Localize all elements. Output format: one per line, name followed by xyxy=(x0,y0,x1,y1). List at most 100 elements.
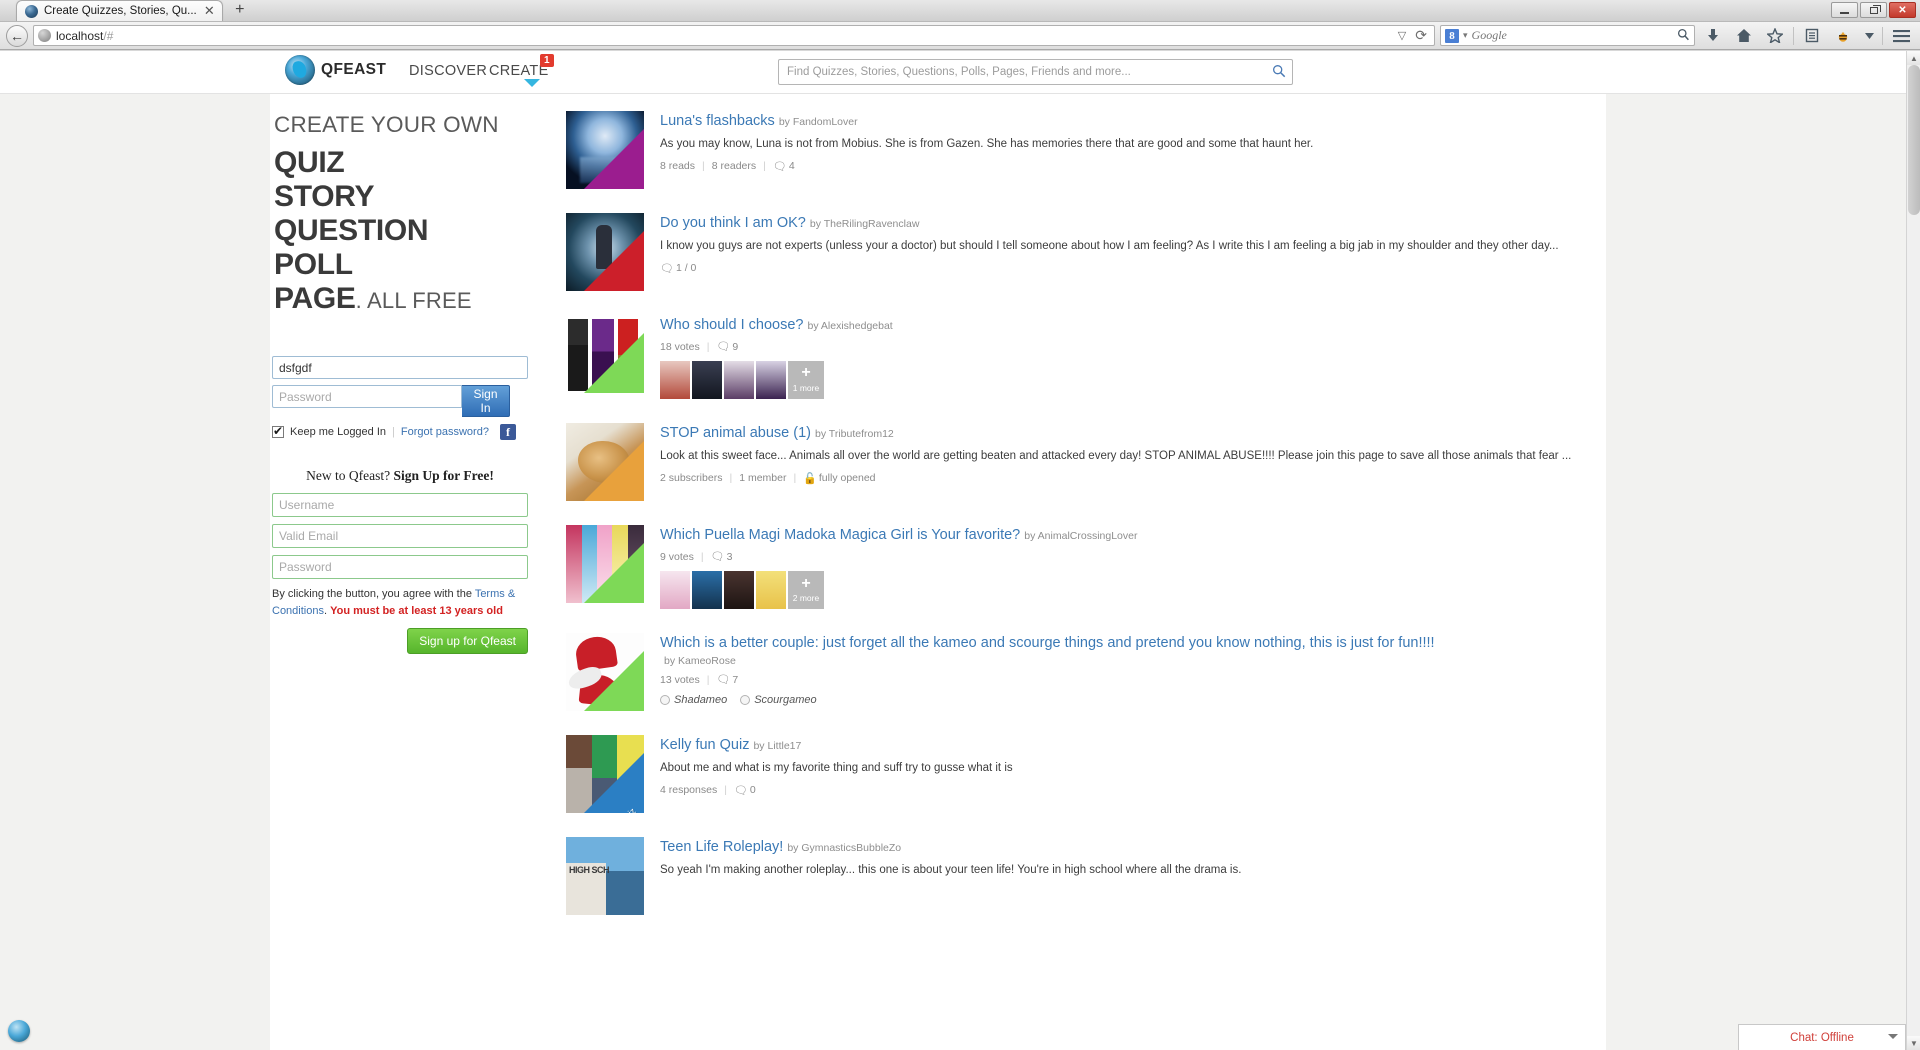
feed-item-comments[interactable]: 🗨 7 xyxy=(716,673,738,687)
overflow-caret-icon[interactable] xyxy=(1861,24,1877,48)
url-path: /# xyxy=(103,28,114,43)
feed-item-thumbnail[interactable]: story xyxy=(566,111,644,189)
back-button-icon[interactable]: ← xyxy=(6,24,28,47)
feed-item-title[interactable]: Teen Life Roleplay! xyxy=(660,839,783,855)
feed-item-title[interactable]: Luna's flashbacks xyxy=(660,113,775,129)
poll-option-thumb[interactable] xyxy=(724,361,754,400)
search-magnifier-icon[interactable] xyxy=(1677,28,1690,44)
scrollbar-thumb[interactable] xyxy=(1908,65,1920,215)
feed-item-author[interactable]: by TheRilingRavenclaw xyxy=(810,218,920,230)
autocomplete-caret-icon[interactable]: ▽ xyxy=(1398,29,1406,42)
poll-option-thumb[interactable] xyxy=(692,571,722,610)
feed-item-ribbon: scored quiz xyxy=(583,752,644,814)
feed-item-comments[interactable]: 🗨 0 xyxy=(734,784,756,797)
feed-item-title[interactable]: Do you think I am OK? xyxy=(660,215,806,231)
poll-option-thumb[interactable] xyxy=(692,361,722,400)
site-logo[interactable]: QFEAST xyxy=(285,55,386,85)
scroll-down-arrow-icon[interactable]: ▼ xyxy=(1907,1036,1920,1050)
site-search-magnifier-icon[interactable] xyxy=(1272,64,1286,81)
new-tab-button[interactable]: + xyxy=(227,1,253,21)
feed-item-title[interactable]: STOP animal abuse (1) xyxy=(660,425,811,441)
plus-icon: + xyxy=(801,574,811,592)
feed-item-thumbnail[interactable]: page xyxy=(566,423,644,502)
scroll-up-arrow-icon[interactable]: ▲ xyxy=(1907,51,1920,65)
signup-email-input[interactable] xyxy=(272,524,528,548)
poll-more-options-button[interactable]: +1 more xyxy=(788,361,824,400)
feed-item-title[interactable]: Which is a better couple: just forget al… xyxy=(660,635,1435,651)
feed-item-comments[interactable]: 🗨 4 xyxy=(773,160,795,173)
forgot-password-link[interactable]: Forgot password? xyxy=(401,426,489,438)
chat-widget[interactable]: Chat: Offline xyxy=(1738,1024,1906,1050)
feed-item: scored quiz Kelly fun Quiz by Little17 Ab… xyxy=(566,735,1606,814)
feed-item-author[interactable]: by Alexishedgebat xyxy=(807,320,892,332)
facebook-login-icon[interactable]: f xyxy=(499,424,516,440)
login-username-input[interactable] xyxy=(272,356,528,379)
tab-close-icon[interactable]: ✕ xyxy=(203,4,216,18)
reload-icon[interactable]: ⟳ xyxy=(1415,27,1427,44)
poll-option-thumb[interactable] xyxy=(724,571,754,610)
poll-option-thumb[interactable] xyxy=(660,571,690,610)
feed-item-body: Who should I choose? by Alexishedgebat 18… xyxy=(660,315,1606,400)
feed-item-comments[interactable]: 🗨 1 / 0 xyxy=(660,262,696,275)
meta-divider-2: | xyxy=(763,160,766,173)
feed-item-thumbnail[interactable]: question xyxy=(566,213,644,291)
window-minimize-button[interactable] xyxy=(1831,2,1858,18)
chat-expand-caret-icon[interactable] xyxy=(1888,1034,1898,1039)
feed-item-comments[interactable]: 🗨 9 xyxy=(716,340,738,354)
browser-search-box[interactable]: 8 ▾ Google xyxy=(1440,25,1695,46)
browser-tab[interactable]: Create Quizzes, Stories, Qu... ✕ xyxy=(16,0,223,21)
feed-item-author[interactable]: by KameoRose xyxy=(664,655,1606,667)
poll-more-options-button[interactable]: +2 more xyxy=(788,571,824,610)
radio-button-icon[interactable] xyxy=(740,695,751,706)
feed-item-thumbnail[interactable]: HIGH SCH xyxy=(566,837,644,916)
site-search-input[interactable] xyxy=(785,65,1272,79)
feed-item-author[interactable]: by FandomLover xyxy=(779,116,858,128)
chat-status-label: Chat: Offline xyxy=(1790,1031,1854,1044)
download-icon[interactable] xyxy=(1700,24,1726,48)
poll-radio-option[interactable]: Shadameo xyxy=(660,694,727,706)
reading-list-icon[interactable] xyxy=(1799,24,1825,48)
plus-icon: + xyxy=(801,364,811,382)
qfeast-logo-icon xyxy=(285,55,315,85)
home-icon[interactable] xyxy=(1731,24,1757,48)
poll-options: +1 more xyxy=(660,361,1606,400)
feed-item-comments[interactable]: 🗨 3 xyxy=(711,550,733,564)
signup-password-input[interactable] xyxy=(272,555,528,579)
feed-item-thumbnail[interactable]: poll xyxy=(566,315,644,393)
hamburger-menu-icon[interactable] xyxy=(1888,24,1914,48)
page-scrollbar[interactable]: ▲ ▼ xyxy=(1906,51,1920,1050)
addon-bee-icon[interactable] xyxy=(1830,24,1856,48)
address-bar[interactable]: localhost/# ▽ ⟳ xyxy=(33,25,1435,46)
nav-discover[interactable]: DISCOVER xyxy=(409,63,487,79)
sign-in-button[interactable]: Sign In xyxy=(462,385,510,417)
window-close-button[interactable]: ✕ xyxy=(1889,2,1916,18)
feed-item-comment-count: 0 xyxy=(749,784,756,797)
window-restore-button[interactable] xyxy=(1860,2,1887,18)
feed-item-author[interactable]: by AnimalCrossingLover xyxy=(1024,530,1137,542)
feed-item-thumbnail[interactable]: poll xyxy=(566,525,644,604)
poll-option-thumb[interactable] xyxy=(756,361,786,400)
feed-item-title[interactable]: Who should I choose? xyxy=(660,317,803,333)
login-password-input[interactable] xyxy=(272,385,462,408)
feed-item-author[interactable]: by Little17 xyxy=(753,740,801,752)
signup-button[interactable]: Sign up for Qfeast xyxy=(407,628,528,654)
feed-item-title[interactable]: Kelly fun Quiz xyxy=(660,737,749,753)
feed-item-thumbnail[interactable]: poll xyxy=(566,633,644,712)
poll-radio-option[interactable]: Scourgameo xyxy=(740,694,817,706)
site-search-bar[interactable] xyxy=(778,59,1293,85)
feed-item-votes: 9 votes xyxy=(660,550,694,563)
keep-logged-in-checkbox[interactable] xyxy=(272,424,284,438)
poll-option-thumb[interactable] xyxy=(660,361,690,400)
feed-item-title[interactable]: Which Puella Magi Madoka Magica Girl is … xyxy=(660,527,1020,543)
radio-button-icon[interactable] xyxy=(660,695,670,706)
feed-item-thumbnail[interactable]: scored quiz xyxy=(566,735,644,814)
toolbar-divider-2 xyxy=(1882,26,1883,45)
signup-username-input[interactable] xyxy=(272,493,528,517)
poll-option-thumb[interactable] xyxy=(756,571,786,610)
poll-more-label: 1 more xyxy=(792,383,820,394)
search-engine-caret-icon[interactable]: ▾ xyxy=(1463,30,1468,41)
login-form: Sign In Keep me Logged In | Forgot passw… xyxy=(272,356,528,440)
bookmark-star-icon[interactable] xyxy=(1762,24,1788,48)
feed-item-author[interactable]: by Tributefrom12 xyxy=(815,428,894,440)
feed-item-author[interactable]: by GymnasticsBubbleZo xyxy=(787,842,901,854)
